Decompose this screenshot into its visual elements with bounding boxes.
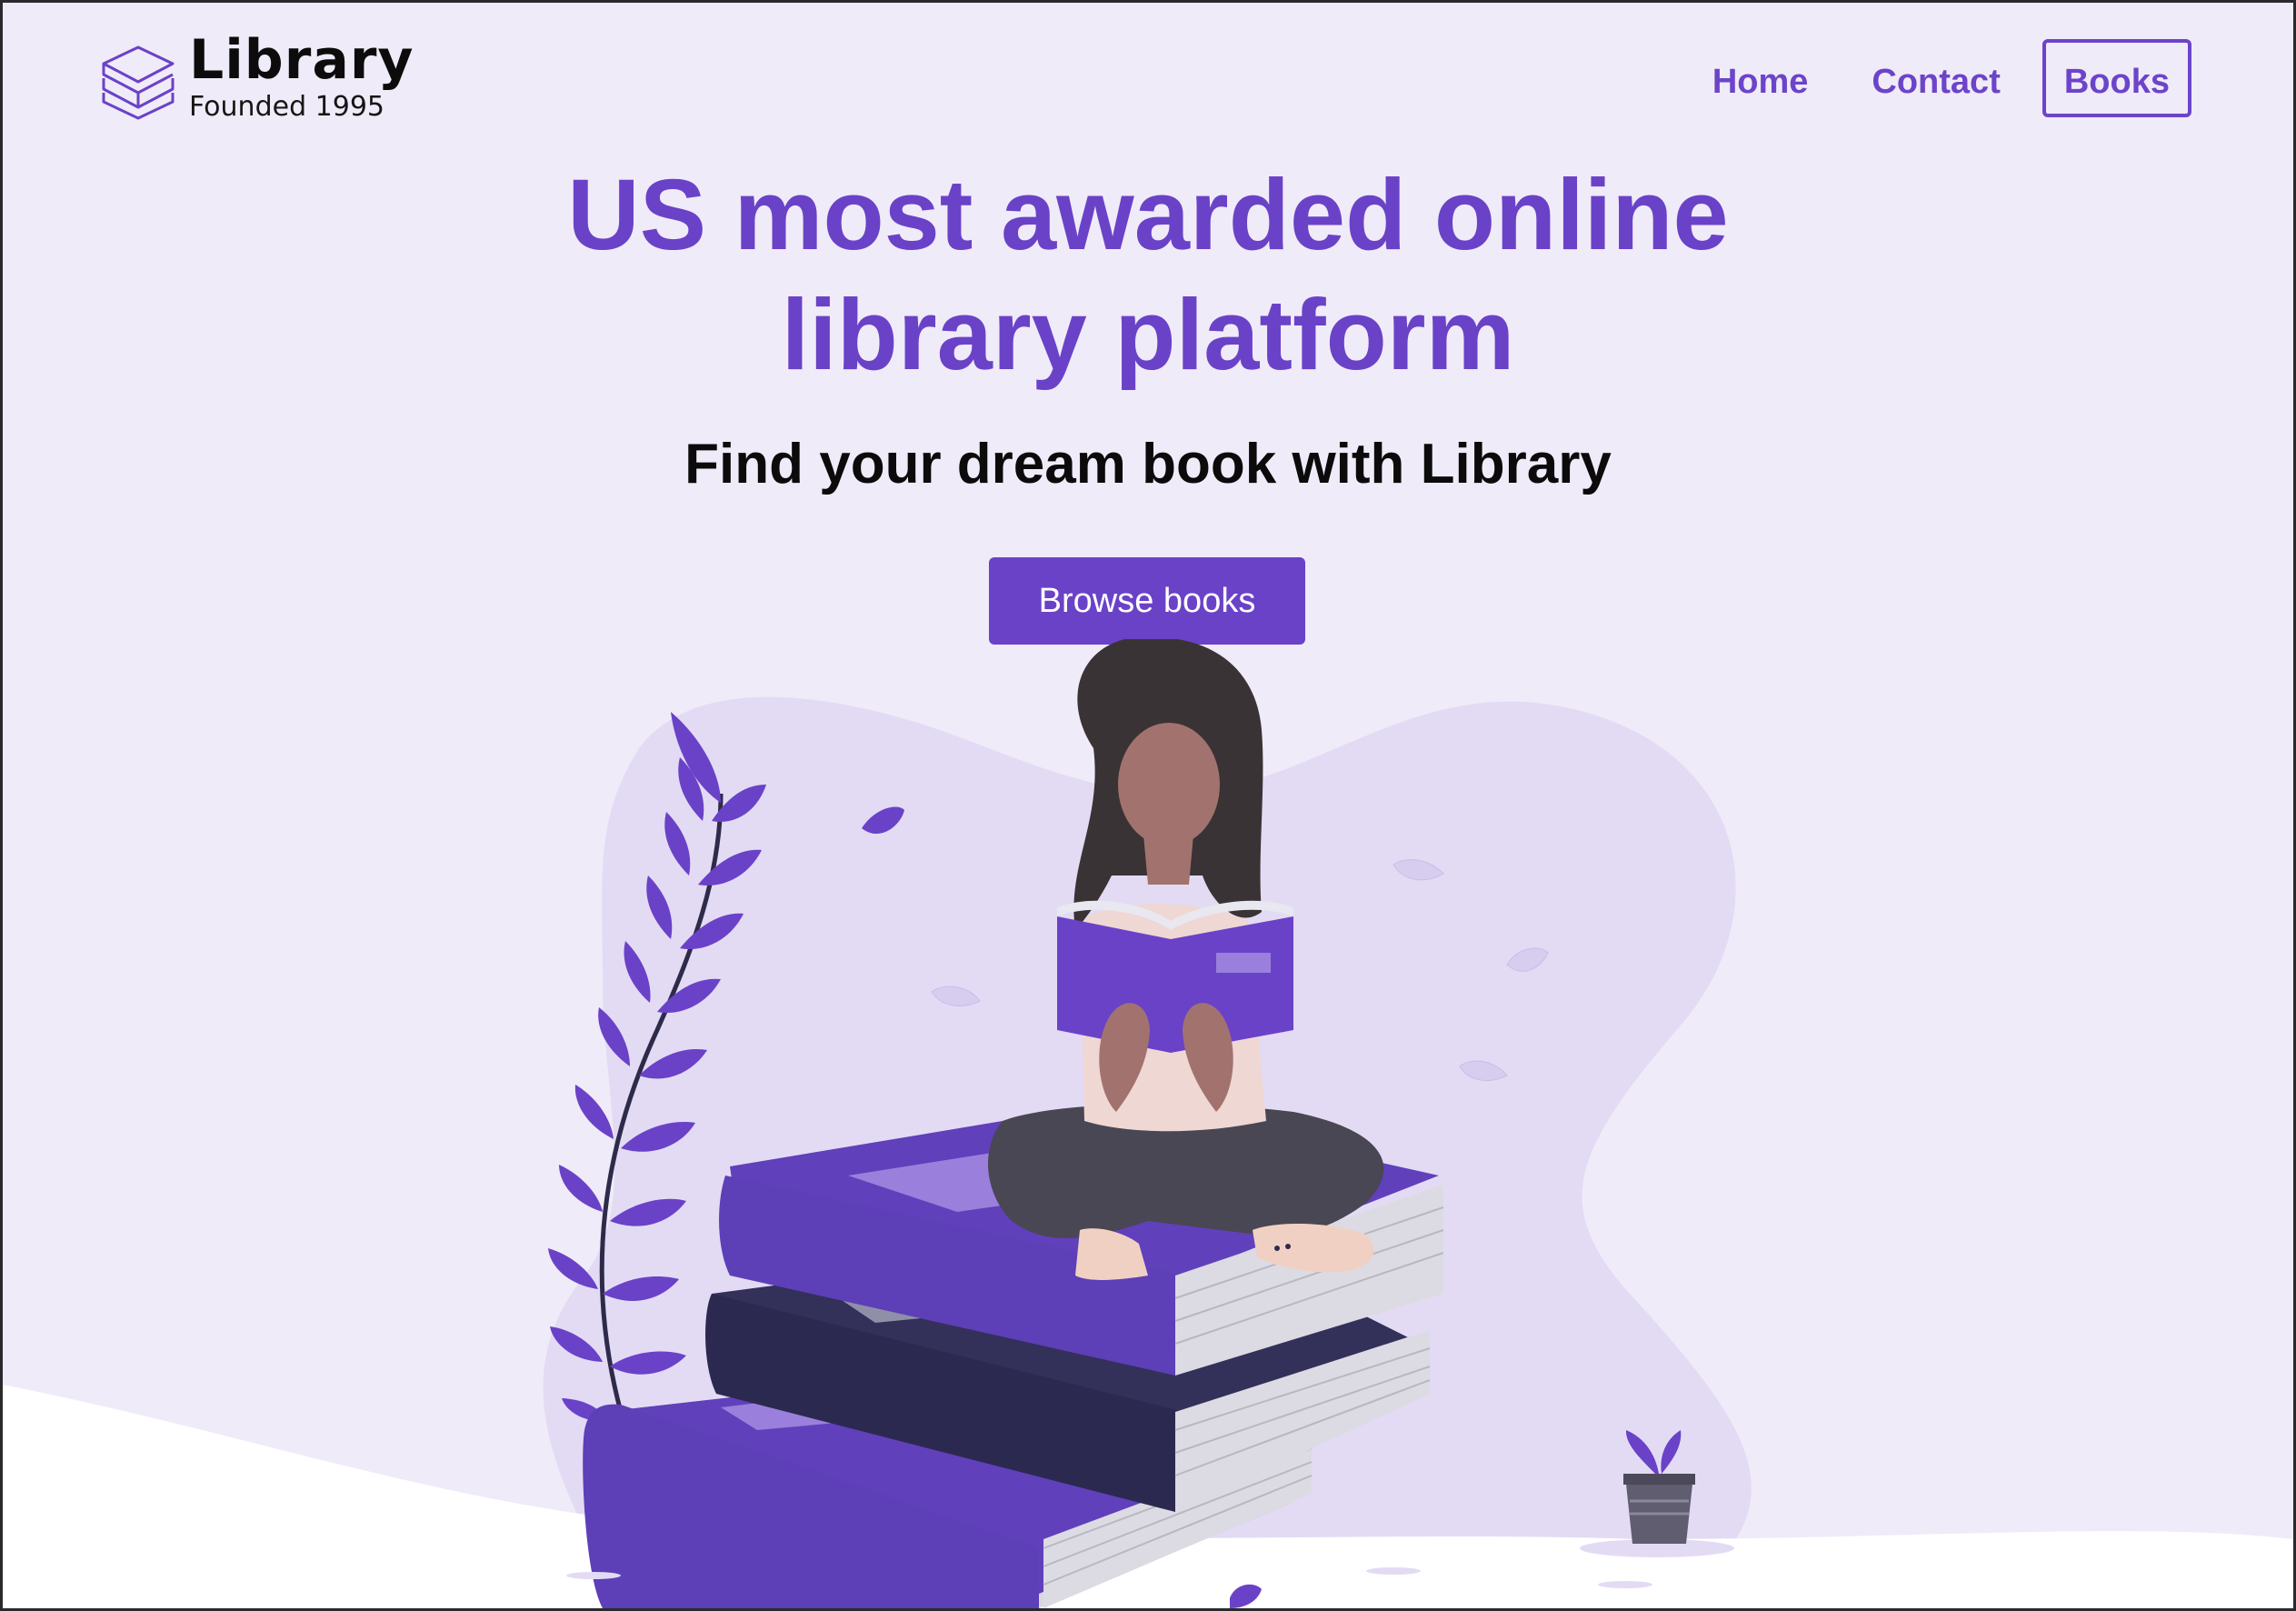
woman-reading-illustration bbox=[3, 639, 2293, 1608]
browse-books-button[interactable]: Browse books bbox=[989, 557, 1305, 645]
brand-tagline: Founded 1995 bbox=[189, 91, 384, 123]
hero-title-line-1: US most awarded online bbox=[567, 159, 1729, 271]
hero-title-line-2: library platform bbox=[781, 279, 1515, 391]
nav-home-link[interactable]: Home bbox=[1691, 39, 1831, 117]
hero-subtitle: Find your dream book with Library bbox=[684, 433, 1612, 495]
brand-name: Library bbox=[189, 28, 414, 92]
nav-contact-link[interactable]: Contact bbox=[1850, 39, 2021, 117]
page: Library Founded 1995 Home Contact Books … bbox=[3, 3, 2293, 1608]
nav-books-link[interactable]: Books bbox=[2041, 39, 2191, 117]
main-nav: Home Contact Books bbox=[1671, 39, 2191, 117]
brand-logo[interactable]: Library Founded 1995 bbox=[98, 30, 414, 123]
stacked-books-icon bbox=[102, 45, 175, 120]
hero-title: US most awarded online library platform bbox=[3, 155, 2293, 395]
